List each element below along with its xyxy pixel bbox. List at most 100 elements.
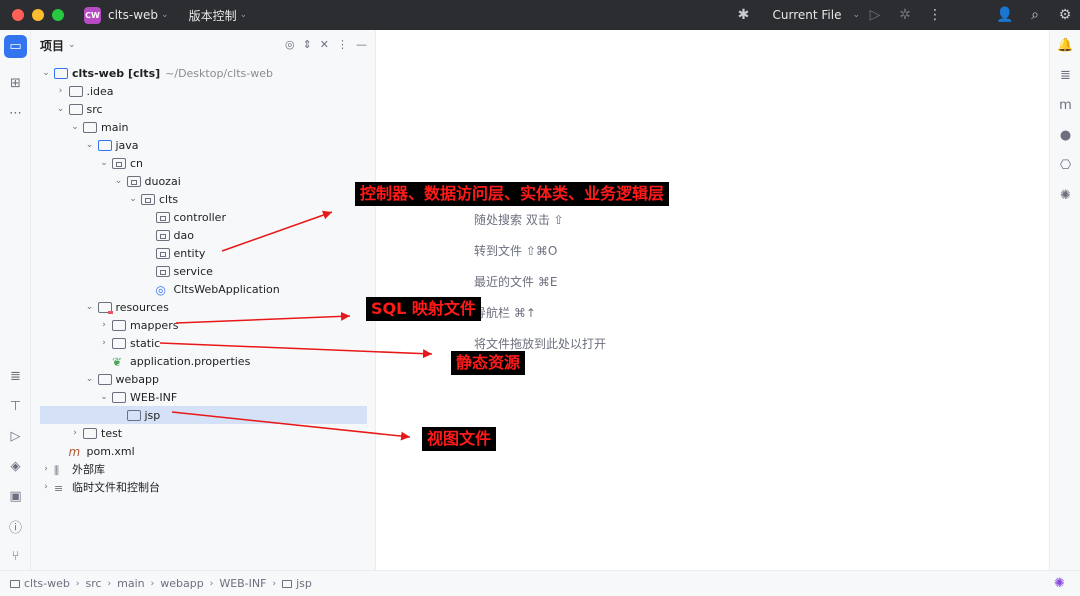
tree-item[interactable]: dao (31, 226, 376, 244)
options-icon[interactable]: ⋮ (337, 38, 348, 51)
chevron-down-icon[interactable]: ⌄ (68, 40, 76, 50)
chevron-down-icon[interactable]: ⌄ (55, 104, 67, 114)
hint-goto-file: 转到文件 ⇧⌘O (474, 244, 558, 258)
tree-item[interactable]: ⌄ resources (31, 298, 376, 316)
tree-item-label: application.properties (130, 354, 251, 368)
services-tool-icon[interactable]: ▷ (4, 425, 27, 448)
chevron-right-icon[interactable]: › (98, 320, 110, 330)
hide-icon[interactable]: — (356, 38, 367, 51)
tree-item[interactable]: ⌄ src (31, 100, 376, 118)
chevron-right-icon[interactable]: › (40, 464, 52, 474)
breadcrumb-label: main (117, 577, 145, 590)
chevron-right-icon[interactable]: › (98, 338, 110, 348)
project-tool-icon[interactable]: ▭ (4, 35, 27, 58)
ai-assistant-icon[interactable]: ✺ (1055, 185, 1076, 206)
breadcrumb-item[interactable]: main (117, 577, 144, 590)
chevron-down-icon[interactable]: ⌄ (127, 194, 139, 204)
chevron-right-icon[interactable]: › (55, 86, 67, 96)
chevron-down-icon[interactable]: ⌄ (161, 10, 169, 20)
locate-icon[interactable]: ◎ (285, 38, 295, 51)
chevron-down-icon[interactable]: ⌄ (40, 68, 52, 78)
project-badge[interactable]: CW (84, 6, 101, 24)
settings-gear-icon[interactable]: ⚙ (1050, 0, 1080, 30)
tree-item[interactable]: ⌄ clts (31, 190, 376, 208)
tree-item[interactable]: › .idea (31, 82, 376, 100)
tree-item[interactable]: › ≡ 临时文件和控制台 (31, 478, 376, 496)
notifications-bell-icon[interactable]: 🔔 (1055, 35, 1076, 56)
chevron-down-icon[interactable]: ⌄ (113, 176, 125, 186)
tree-item[interactable]: ⌄ cn (31, 154, 376, 172)
run-icon[interactable]: ▷ (860, 0, 890, 30)
tree-item[interactable]: › static (31, 334, 376, 352)
vcs-menu[interactable]: 版本控制 (189, 7, 237, 24)
breadcrumb-item[interactable]: src (85, 577, 101, 590)
tree-item[interactable]: ⌄ webapp (31, 370, 376, 388)
chevron-down-icon[interactable]: ⌄ (69, 122, 81, 132)
collapse-all-icon[interactable]: ✕ (320, 38, 329, 51)
more-actions-icon[interactable]: ⋮ (920, 0, 950, 30)
right-tool-strip: 🔔 ≣ m ● ⎔ ✺ (1049, 30, 1080, 570)
chevron-down-icon[interactable]: ⌄ (98, 392, 110, 402)
tree-item[interactable]: controller (31, 208, 376, 226)
breadcrumb-item[interactable]: clts-web (10, 577, 70, 590)
project-name[interactable]: clts-web (108, 8, 158, 22)
problems-tool-icon[interactable]: ⓘ (4, 515, 27, 538)
ant-icon[interactable]: ● (1055, 125, 1076, 146)
breadcrumb-item[interactable]: jsp (282, 577, 312, 590)
ai-status-icon[interactable]: ✺ (1054, 576, 1065, 591)
run-config-selector[interactable]: Current File (772, 8, 841, 22)
chevron-right-icon[interactable]: › (40, 482, 52, 492)
panel-title[interactable]: 项目 (40, 37, 64, 54)
tree-item-label: 临时文件和控制台 (72, 481, 160, 494)
tree-item[interactable]: m pom.xml (31, 442, 376, 460)
layers-tool-icon[interactable]: ◈ (4, 455, 27, 478)
expand-all-icon[interactable]: ⇕ (303, 38, 312, 51)
more-tools-icon[interactable]: ⋯ (4, 102, 27, 125)
tree-item[interactable]: ◎ CltsWebApplication (31, 280, 376, 298)
tree-item[interactable]: ⌄ clts-web [clts] ~/Desktop/clts-web (31, 64, 376, 82)
structure-tool-icon[interactable]: ⊞ (4, 72, 27, 95)
chevron-right-icon[interactable]: › (69, 428, 81, 438)
project-tree: ⌄ clts-web [clts] ~/Desktop/clts-web › .idea… (31, 64, 376, 496)
database-tool-icon[interactable]: ≣ (4, 365, 27, 388)
folder-icon (10, 579, 20, 588)
tree-item-label: entity (173, 246, 206, 260)
module-folder-icon (54, 67, 68, 79)
properties-file-icon: ❦ (112, 354, 123, 369)
chevron-down-icon[interactable]: ⌄ (84, 374, 96, 384)
tree-item[interactable]: › test (31, 424, 376, 442)
tree-item-label: static (130, 336, 161, 350)
maximize-window-button[interactable] (52, 9, 64, 21)
chevron-down-icon[interactable]: ⌄ (240, 10, 248, 20)
debug-icon[interactable]: ✲ (890, 0, 920, 30)
tree-item[interactable]: › ⫼ 外部库 (31, 460, 376, 478)
chevron-down-icon[interactable]: ⌄ (84, 302, 96, 312)
breadcrumb-item[interactable]: webapp (160, 577, 203, 590)
chevron-down-icon[interactable]: ⌄ (98, 158, 110, 168)
terminal-tool-icon[interactable]: ▣ (4, 485, 27, 508)
debug-bug-icon[interactable]: ✱ (728, 0, 758, 30)
tree-item[interactable]: entity (31, 244, 376, 262)
breadcrumb-item[interactable]: WEB-INF (219, 577, 266, 590)
tree-item[interactable]: jsp (40, 406, 367, 424)
tree-item-label: clts-web [clts] (72, 66, 161, 80)
tree-item[interactable]: ⌄ duozai (31, 172, 376, 190)
chevron-down-icon[interactable]: ⌄ (852, 10, 860, 20)
tree-item[interactable]: › mappers (31, 316, 376, 334)
python-icon[interactable]: ⎔ (1055, 155, 1076, 176)
maven-icon[interactable]: m (1055, 95, 1076, 116)
database-icon[interactable]: ≣ (1055, 65, 1076, 86)
tree-item[interactable]: ❦ application.properties (31, 352, 376, 370)
build-tool-icon[interactable]: ⊤ (4, 395, 27, 418)
tree-item[interactable]: service (31, 262, 376, 280)
tree-item[interactable]: ⌄ WEB-INF (31, 388, 376, 406)
search-icon[interactable]: ⌕ (1020, 0, 1050, 30)
add-user-icon[interactable]: 👤 (990, 0, 1020, 30)
tree-item[interactable]: ⌄ main (31, 118, 376, 136)
folder-icon (83, 427, 97, 439)
git-tool-icon[interactable]: ⑂ (4, 545, 27, 568)
minimize-window-button[interactable] (32, 9, 44, 21)
tree-item[interactable]: ⌄ java (31, 136, 376, 154)
chevron-down-icon[interactable]: ⌄ (84, 140, 96, 150)
close-window-button[interactable] (12, 9, 24, 21)
